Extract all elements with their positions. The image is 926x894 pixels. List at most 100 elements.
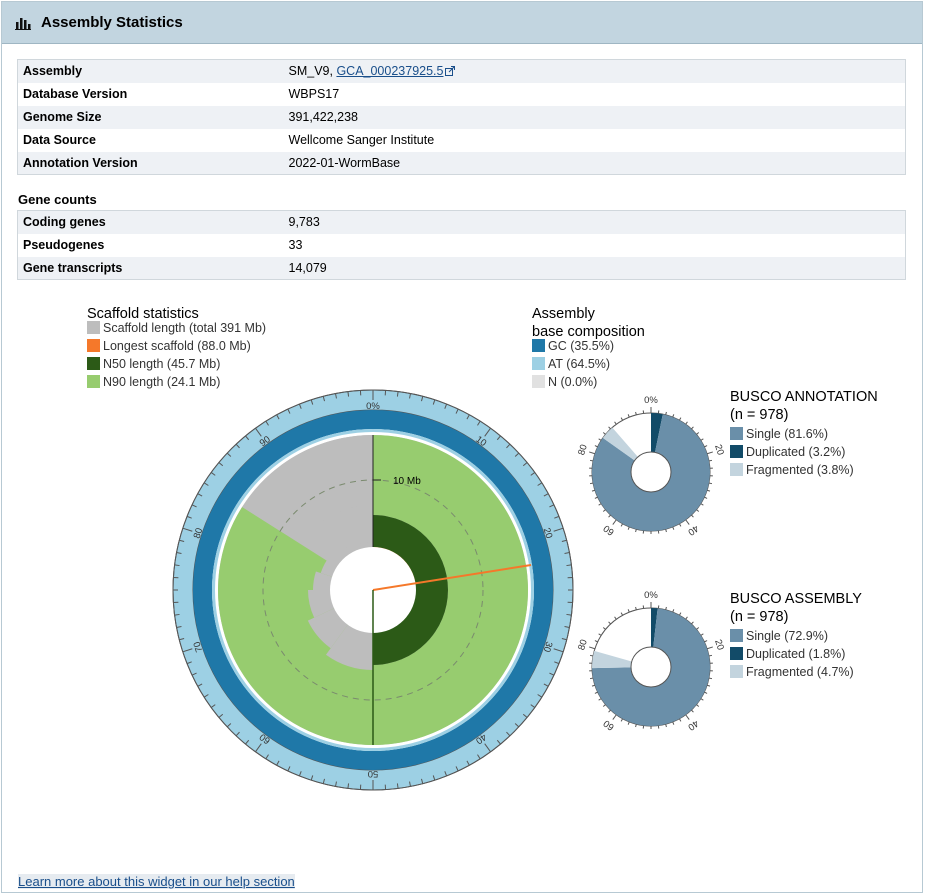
outer-tick — [174, 564, 180, 567]
busco-annotation-tick — [591, 489, 596, 492]
busco-assembly-tick — [627, 609, 630, 613]
busco-annotation-tick — [612, 519, 617, 525]
busco-assembly-tick-label: 0% — [644, 590, 658, 601]
row-key: Pseudogenes — [23, 238, 105, 252]
busco-assembly-tick — [700, 633, 704, 636]
base-composition-title: base composition — [532, 324, 645, 340]
busco-assembly-tick-label: 40 — [686, 717, 701, 732]
row-key: Coding genes — [23, 215, 106, 230]
busco-annotation-tick — [700, 438, 704, 441]
busco-annotation-tick — [590, 482, 594, 485]
bar-chart-icon — [15, 17, 31, 30]
scaffold-legend-label: Longest scaffold (88.0 Mb) — [103, 339, 251, 353]
busco-assembly-tick-label: 60 — [601, 717, 616, 732]
scaffold-legend-swatch — [87, 357, 100, 370]
busco-annotation-tick — [594, 496, 598, 499]
assembly-accession-link[interactable]: GCA_000237925.5 — [336, 64, 443, 78]
busco-assembly-tick — [589, 646, 596, 650]
busco-assembly-tick — [706, 646, 713, 650]
busco-annotation-legend-label: Single (81.6%) — [746, 427, 828, 441]
busco-assembly-tick — [594, 691, 598, 694]
busco-assembly-tick — [598, 698, 602, 701]
busco-assembly-hole — [630, 646, 672, 688]
busco-assembly-legend-label: Fragmented (4.7%) — [746, 665, 854, 679]
gene-counts-title: Gene counts — [18, 192, 97, 207]
busco-assembly-tick — [708, 677, 712, 680]
busco-annotation-hole — [630, 451, 672, 493]
busco-annotation-tick — [672, 526, 675, 530]
busco-annotation-legend-swatch — [730, 445, 743, 458]
outer-tick — [396, 783, 399, 789]
busco-assembly-tick — [706, 684, 711, 687]
busco-assembly-tick — [672, 609, 675, 613]
row-value: 9,783 — [288, 215, 320, 230]
busco-annotation-tick — [691, 514, 694, 518]
table-row: Data Source Wellcome Sanger Institute — [17, 128, 906, 152]
outer-tick — [566, 613, 572, 616]
busco-annotation-tick — [608, 426, 611, 430]
busco-annotation-tick-label: 40 — [686, 522, 701, 537]
busco-assembly-tick — [700, 698, 704, 701]
busco-assembly-tick — [704, 640, 708, 643]
busco-annotation-legend-swatch — [730, 463, 743, 476]
busco-assembly-tick — [602, 627, 606, 630]
scaffold-legend-label: Scaffold length (total 391 Mb) — [103, 321, 266, 335]
base-composition-legend-label: GC (35.5%) — [548, 339, 614, 353]
busco-assembly-tick — [665, 724, 667, 728]
busco-assembly-tick — [602, 704, 606, 707]
busco-annotation-tick — [706, 489, 711, 492]
busco-assembly-tick — [696, 704, 700, 707]
busco-annotation-legend-label: Duplicated (3.2%) — [746, 445, 845, 459]
busco-annotation-tick — [685, 421, 688, 425]
busco-annotation-tick — [594, 445, 598, 448]
busco-annotation-tick-label: 20 — [712, 443, 726, 456]
busco-assembly-tick-label: 20 — [712, 638, 726, 651]
busco-annotation-tick — [678, 417, 682, 421]
row-key: Annotation Version — [23, 155, 138, 170]
row-key: Gene transcripts — [23, 260, 123, 275]
busco-annotation-tick — [696, 432, 700, 435]
busco-annotation-tick — [635, 529, 637, 533]
busco-assembly-tick — [691, 709, 694, 713]
busco-annotation-tick — [704, 496, 708, 499]
row-value: WBPS17 — [288, 87, 340, 101]
busco-assembly-tick — [620, 718, 624, 722]
external-link-icon[interactable] — [445, 66, 456, 77]
busco-assembly-tick — [635, 724, 637, 728]
busco-annotation-tick — [602, 509, 606, 512]
busco-annotation-tick — [620, 523, 624, 527]
busco-annotation-tick — [696, 509, 700, 512]
busco-annotation-tick — [704, 445, 708, 448]
busco-annotation-tick — [691, 426, 694, 430]
busco-assembly-tick — [672, 721, 675, 725]
busco-annotation-tick — [708, 482, 712, 485]
help-section-link[interactable]: Learn more about this widget in our help… — [18, 874, 295, 889]
busco-annotation-tick — [627, 526, 630, 530]
busco-annotation-tick-label: 60 — [601, 522, 616, 537]
busco-assembly-tick — [691, 621, 694, 625]
busco-annotation-tick-label: 0% — [644, 395, 658, 406]
outer-tick — [566, 564, 572, 567]
row-value: 2022-01-WormBase — [288, 155, 401, 170]
busco-assembly-tick — [627, 721, 630, 725]
busco-annotation-tick — [598, 438, 602, 441]
outer-tick-label: 0% — [366, 401, 380, 412]
busco-annotation-tick — [620, 417, 624, 421]
busco-assembly-tick — [594, 640, 598, 643]
outer-tick — [347, 391, 350, 397]
base-composition-legend-label: N (0.0%) — [548, 375, 597, 389]
table-row: Annotation Version 2022-01-WormBase — [17, 151, 906, 175]
scaffold-legend-swatch — [87, 339, 100, 352]
outer-tick-label: 50 — [368, 768, 379, 779]
row-key: Assembly — [23, 64, 83, 79]
assembly-value: SM_V9, — [288, 64, 337, 79]
busco-assembly-tick — [635, 606, 637, 610]
busco-assembly-tick — [678, 718, 682, 722]
table-row: Pseudogenes 33 — [17, 233, 906, 257]
outer-tick — [347, 783, 350, 789]
busco-assembly-legend-swatch — [730, 665, 743, 678]
busco-annotation-tick — [700, 503, 704, 506]
busco-assembly-tick — [608, 709, 611, 713]
busco-assembly-legend-swatch — [730, 647, 743, 660]
busco-annotation-tick — [598, 503, 602, 506]
